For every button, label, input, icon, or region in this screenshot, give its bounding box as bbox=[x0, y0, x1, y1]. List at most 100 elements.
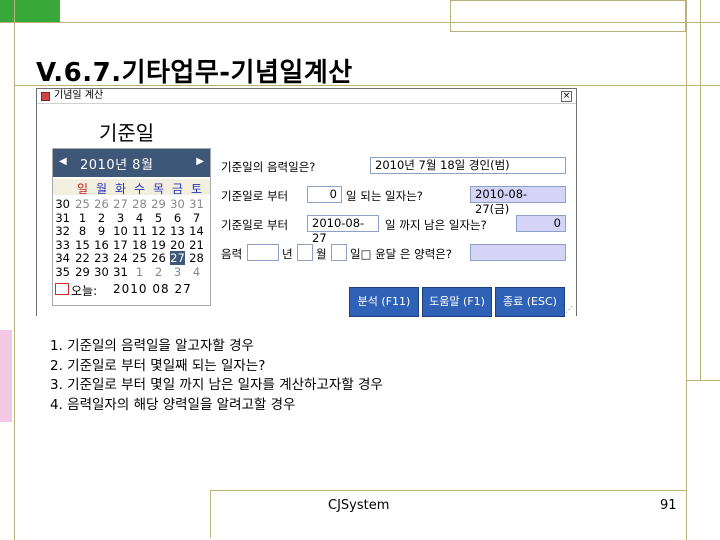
calendar-day[interactable]: 28 bbox=[132, 197, 147, 211]
calendar-day[interactable]: 21 bbox=[189, 238, 204, 252]
calendar-day[interactable]: 1 bbox=[132, 265, 147, 279]
calendar-day[interactable]: 2 bbox=[151, 265, 166, 279]
list-item: 3. 기준일로 부터 몇일 까지 남은 일자를 계산하고자할 경우 bbox=[50, 377, 383, 393]
weekday-label: 목 bbox=[152, 182, 165, 196]
calendar-day[interactable]: 31 bbox=[189, 197, 204, 211]
deco-pink-block-right bbox=[700, 85, 720, 380]
weekday-label: 금 bbox=[171, 182, 184, 196]
calendar-day[interactable]: 16 bbox=[94, 238, 109, 252]
calendar-day[interactable]: 15 bbox=[75, 238, 90, 252]
help-button[interactable]: 도움말 (F1) bbox=[422, 287, 492, 317]
week-number: 31 bbox=[55, 210, 70, 225]
lunar-year-input[interactable] bbox=[247, 244, 279, 261]
calendar-day[interactable]: 27 bbox=[113, 197, 128, 211]
exit-button[interactable]: 종료 (ESC) bbox=[495, 287, 565, 317]
slide-title: V.6.7.기타업무-기념일계산 bbox=[36, 58, 353, 88]
calendar-today[interactable]: 오늘: 2010 08 27 bbox=[53, 279, 210, 305]
calendar-week-row: 32 8 9 10 11 12 13 14 bbox=[53, 224, 210, 238]
month-unit: 월 bbox=[316, 247, 327, 261]
deco-green-block bbox=[0, 0, 60, 22]
calendar-day[interactable]: 29 bbox=[75, 265, 90, 279]
lunar-input-label: 음력 bbox=[221, 247, 243, 261]
week-number: 30 bbox=[55, 197, 70, 211]
deco-line bbox=[686, 0, 687, 540]
analyze-button[interactable]: 분석 (F11) bbox=[349, 287, 419, 317]
anniversary-calculator-window: 기념일 계산 × 기준일 ◀ 2010년 8월 ▶ 일월화수목금토 30 25 26… bbox=[36, 88, 577, 317]
weekday-label: 월 bbox=[95, 182, 108, 196]
calendar-header: ◀ 2010년 8월 ▶ bbox=[53, 149, 210, 177]
calendar-week-row: 31 1 2 3 4 5 6 7 bbox=[53, 210, 210, 225]
calendar-day[interactable]: 7 bbox=[189, 211, 204, 225]
lunar-month-input[interactable] bbox=[297, 244, 313, 261]
calendar-day[interactable]: 11 bbox=[132, 224, 147, 238]
close-icon[interactable]: × bbox=[561, 91, 572, 102]
lunar-date-label: 기준일의 음력일은? bbox=[221, 160, 316, 174]
week-number: 32 bbox=[55, 224, 70, 238]
app-icon bbox=[41, 92, 50, 101]
days-from-input[interactable]: 0 bbox=[307, 186, 342, 203]
calendar: ◀ 2010년 8월 ▶ 일월화수목금토 30 25 26 27 28 29 30 31 31 1… bbox=[52, 148, 211, 306]
resize-grip-icon[interactable]: ⋰ bbox=[565, 305, 575, 315]
calendar-day[interactable]: 28 bbox=[189, 251, 204, 265]
calendar-day[interactable]: 26 bbox=[151, 251, 166, 265]
calendar-day[interactable]: 23 bbox=[94, 251, 109, 265]
lunar-day-input[interactable] bbox=[331, 244, 347, 261]
next-month-icon[interactable]: ▶ bbox=[196, 156, 204, 167]
deco-pink-block-left bbox=[0, 330, 12, 422]
weekday-label: 화 bbox=[114, 182, 127, 196]
calendar-month-label: 2010년 8월 bbox=[80, 158, 154, 173]
deco-line bbox=[700, 0, 701, 85]
calendar-day[interactable]: 17 bbox=[113, 238, 128, 252]
footer-company: CJSystem bbox=[328, 498, 390, 513]
deco-line bbox=[686, 380, 720, 381]
calendar-day[interactable]: 13 bbox=[170, 224, 185, 238]
week-number: 34 bbox=[55, 251, 70, 265]
weekday-label: 일 bbox=[76, 182, 89, 196]
window-body: 기준일 ◀ 2010년 8월 ▶ 일월화수목금토 30 25 26 27 28 29 30 3… bbox=[37, 105, 576, 317]
calendar-day[interactable]: 18 bbox=[132, 238, 147, 252]
calendar-day[interactable]: 20 bbox=[170, 238, 185, 252]
calendar-day[interactable]: 30 bbox=[170, 197, 185, 211]
calendar-day[interactable]: 5 bbox=[151, 211, 166, 225]
calendar-day[interactable]: 8 bbox=[75, 224, 90, 238]
today-label: 오늘: bbox=[71, 284, 98, 298]
calendar-day[interactable]: 2 bbox=[94, 211, 109, 225]
today-value: 2010 08 27 bbox=[113, 282, 192, 296]
weekday-header: 일월화수목금토 bbox=[53, 179, 210, 196]
calendar-day[interactable]: 4 bbox=[189, 265, 204, 279]
calendar-day[interactable]: 14 bbox=[189, 224, 204, 238]
calendar-day[interactable]: 9 bbox=[94, 224, 109, 238]
calendar-day[interactable]: 10 bbox=[113, 224, 128, 238]
days-until-label: 기준일로 부터 bbox=[221, 218, 289, 232]
prev-month-icon[interactable]: ◀ bbox=[59, 156, 67, 167]
calendar-day[interactable]: 29 bbox=[151, 197, 166, 211]
days-from-label: 기준일로 부터 bbox=[221, 189, 289, 203]
lunar-date-field[interactable]: 2010년 7월 18일 경인(범) bbox=[370, 157, 566, 174]
calendar-day[interactable]: 1 bbox=[75, 211, 90, 225]
calendar-day[interactable]: 31 bbox=[113, 265, 128, 279]
calendar-day[interactable]: 22 bbox=[75, 251, 90, 265]
steps-list: 1. 기준일의 음력일을 알고자할 경우 2. 기준일로 부터 몇일째 되는 일… bbox=[50, 337, 383, 415]
days-from-result[interactable]: 2010-08-27(금) bbox=[470, 186, 566, 216]
calendar-day[interactable]: 3 bbox=[170, 265, 185, 279]
calendar-day[interactable]: 25 bbox=[75, 197, 90, 211]
leap-month-label: 일□ 윤달 은 양력은? bbox=[350, 247, 452, 261]
calendar-day[interactable]: 25 bbox=[132, 251, 147, 265]
calendar-day[interactable]: 27 bbox=[170, 251, 185, 265]
calendar-day[interactable]: 26 bbox=[94, 197, 109, 211]
calendar-day[interactable]: 4 bbox=[132, 211, 147, 225]
calendar-day[interactable]: 24 bbox=[113, 251, 128, 265]
footer-frame bbox=[210, 490, 687, 538]
days-until-result[interactable]: 0 bbox=[516, 215, 566, 232]
weekday-label: 수 bbox=[133, 182, 146, 196]
calendar-day[interactable]: 3 bbox=[113, 211, 128, 225]
calendar-day[interactable]: 30 bbox=[94, 265, 109, 279]
calendar-day[interactable]: 19 bbox=[151, 238, 166, 252]
year-unit: 년 bbox=[282, 247, 293, 261]
window-titlebar[interactable]: 기념일 계산 × bbox=[37, 89, 576, 104]
calendar-day[interactable]: 12 bbox=[151, 224, 166, 238]
days-until-date-input[interactable]: 2010-08-27 bbox=[307, 215, 379, 245]
solar-date-result[interactable] bbox=[470, 244, 566, 261]
calendar-day[interactable]: 6 bbox=[170, 211, 185, 225]
base-date-heading: 기준일 bbox=[99, 121, 155, 145]
